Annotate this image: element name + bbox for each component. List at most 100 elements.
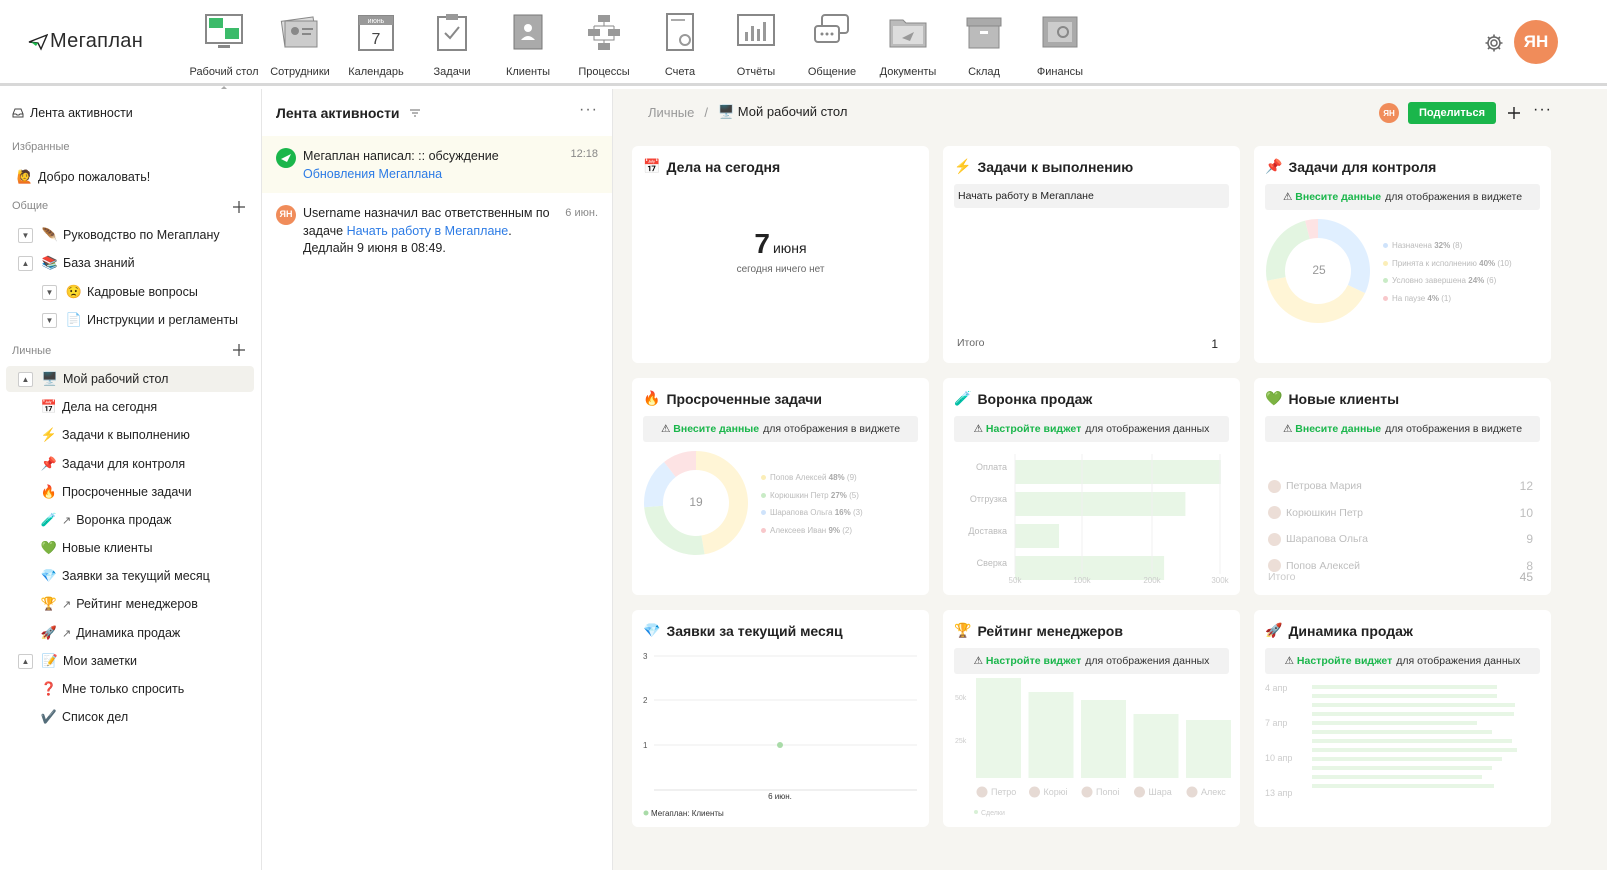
legend-percent: 27% xyxy=(830,490,847,500)
feed-item[interactable]: 12:18 Мегаплан написал: :: обсуждение Об… xyxy=(262,136,612,193)
widget-requests[interactable]: 💎 Заявки за текущий месяц 3 2 1 6 июн. Мегапл… xyxy=(632,610,929,827)
widget-clients[interactable]: 💚 Новые клиенты ⚠ Внесите данные для отобр… xyxy=(1254,378,1551,595)
legend-dot xyxy=(1383,260,1388,266)
chevron-down-icon[interactable]: ▼ xyxy=(42,312,57,328)
nav-item-chat[interactable]: Общение xyxy=(794,10,870,78)
nav-label: Календарь xyxy=(348,66,404,78)
nav-label: Процессы xyxy=(578,66,630,78)
sidebar-item[interactable]: ❓ Мне только спросить xyxy=(40,676,184,702)
widget-control[interactable]: 📌 Задачи для контроля ⚠ Внесите данные для… xyxy=(1254,146,1551,363)
notice-text: для отображения в виджете xyxy=(1385,191,1523,203)
sidebar-item[interactable]: 💚 Новые клиенты xyxy=(40,535,153,561)
warehouse-icon xyxy=(962,10,1006,54)
sidebar-item[interactable]: ✔️ Список дел xyxy=(40,704,128,730)
y-tick-label: 50k xyxy=(955,695,967,702)
widget-rating[interactable]: 🏆 Рейтинг менеджеров ⚠ Настройте виджет дл… xyxy=(943,610,1240,827)
chevron-down-icon[interactable]: ▼ xyxy=(42,284,57,300)
funnel-tick-label: 50k xyxy=(1009,576,1023,584)
chevron-up-icon[interactable]: ▲ xyxy=(18,255,33,271)
widget-title: 🧪 Воронка продаж xyxy=(954,390,1092,407)
widget-today[interactable]: 📅 Дела на сегодня 7 июня сегодня ничего не… xyxy=(632,146,929,363)
feed-item[interactable]: ЯН 6 июн. Username назначил вас ответств… xyxy=(262,205,612,258)
funnel-tick-label: 100k xyxy=(1073,576,1091,584)
sidebar-item[interactable]: ▲ 📝 Мои заметки xyxy=(18,648,137,674)
settings-gear-icon[interactable] xyxy=(1484,33,1504,53)
dynamics-bar xyxy=(1312,784,1494,788)
widget-todo[interactable]: ⚡ Задачи к выполнению Начать работу в Мег… xyxy=(943,146,1240,363)
sidebar-item[interactable]: ⚡ Задачи к выполнению xyxy=(40,422,190,448)
widget-dynamics[interactable]: 🚀 Динамика продаж ⚠ Настройте виджет для о… xyxy=(1254,610,1551,827)
widget-overdue[interactable]: 🔥 Просроченные задачи ⚠ Внесите данные для… xyxy=(632,378,929,595)
notice-link[interactable]: Внесите данные xyxy=(1295,191,1381,203)
notice-link[interactable]: Настройте виджет xyxy=(1297,655,1392,667)
legend-dot xyxy=(1383,295,1388,301)
sidebar-item[interactable]: 🧪 ↗ Воронка продаж xyxy=(40,507,172,533)
chevron-up-icon[interactable]: ▲ xyxy=(18,371,33,387)
sidebar-item[interactable]: 🏆 ↗ Рейтинг менеджеров xyxy=(40,591,198,617)
nav-item-clients[interactable]: Клиенты xyxy=(490,10,566,78)
sidebar-item[interactable]: ▲ 📚 База знаний xyxy=(18,250,135,276)
add-personal-plus-icon[interactable] xyxy=(233,344,245,356)
sidebar-item[interactable]: 📅 Дела на сегодня xyxy=(40,394,157,420)
notice-link[interactable]: Внесите данные xyxy=(1295,423,1381,435)
chevron-down-icon[interactable]: ▼ xyxy=(18,227,33,243)
legend-dot xyxy=(761,475,766,481)
y-tick-label: 2 xyxy=(643,696,648,705)
calendar-emoji-icon: 📅 xyxy=(40,399,58,414)
logo[interactable]: Мегаплан xyxy=(28,30,143,53)
sidebar-item[interactable]: ▲ 🖥️ Мой рабочий стол xyxy=(6,366,254,392)
nav-item-warehouse[interactable]: Склад xyxy=(946,10,1022,78)
chevron-up-icon[interactable]: ▲ xyxy=(18,653,33,669)
nav-item-reports[interactable]: Отчёты xyxy=(718,10,794,78)
dashboard-more-icon[interactable]: ··· xyxy=(1533,101,1552,119)
sidebar-item[interactable]: ▼ 😟 Кадровые вопросы xyxy=(42,279,198,305)
sidebar-item-label: Задачи для контроля xyxy=(62,457,186,471)
widget-funnel[interactable]: 🧪 Воронка продаж ⚠ Настройте виджет для от… xyxy=(943,378,1240,595)
sidebar-item[interactable]: 💎 Заявки за текущий месяц xyxy=(40,563,210,589)
rating-bar xyxy=(1186,720,1231,778)
feather-emoji-icon: 🪶 xyxy=(41,227,59,242)
notice-link[interactable]: Настройте виджет xyxy=(986,655,1081,667)
sidebar-item-welcome[interactable]: 🙋 Добро пожаловать! xyxy=(16,164,150,190)
nav-item-documents[interactable]: Документы xyxy=(870,10,946,78)
notice-link[interactable]: Настройте виджет xyxy=(986,423,1081,435)
client-row: Петрова Мария 12 xyxy=(1268,479,1533,493)
breadcrumb-root[interactable]: Личные xyxy=(648,105,694,120)
filter-icon[interactable] xyxy=(409,108,421,118)
rating-bar-chart: 50k 25k Петро Корюі Попоі Шара Алекс Сделки xyxy=(955,678,1231,817)
sidebar-item[interactable]: 🔥 Просроченные задачи xyxy=(40,479,192,505)
feed-item-link[interactable]: Начать работу в Мегаплане xyxy=(347,224,509,238)
sidebar-item[interactable]: ▼ 📄 Инструкции и регламенты xyxy=(42,307,238,333)
feed-more-icon[interactable]: ··· xyxy=(579,101,598,119)
add-common-plus-icon[interactable] xyxy=(233,201,245,213)
sidebar-item[interactable]: 📌 Задачи для контроля xyxy=(40,451,185,477)
nav-item-invoices[interactable]: Счета xyxy=(642,10,718,78)
nav-label: Сотрудники xyxy=(270,66,330,78)
nav-item-desktop[interactable]: Рабочий стол xyxy=(186,10,262,90)
user-avatar[interactable]: ЯН xyxy=(1514,20,1558,64)
dynamics-bar xyxy=(1312,766,1492,770)
nav-item-tasks[interactable]: Задачи xyxy=(414,10,490,78)
sidebar-activity-link[interactable]: Лента активности xyxy=(12,100,133,126)
nav-item-employees[interactable]: Сотрудники xyxy=(262,10,338,78)
data-point[interactable] xyxy=(777,742,783,748)
sidebar-item[interactable]: 🚀 ↗ Динамика продаж xyxy=(40,620,180,646)
sidebar-item-label: Инструкции и регламенты xyxy=(87,313,239,327)
nav-item-processes[interactable]: Процессы xyxy=(566,10,642,78)
manager-avatar xyxy=(1081,786,1093,798)
todo-task-item[interactable]: Начать работу в Мегаплане xyxy=(954,184,1229,208)
feed-item-link[interactable]: Обновления Мегаплана xyxy=(303,166,598,184)
nav-item-calendar[interactable]: июнь 7 Календарь xyxy=(338,10,414,78)
add-widget-plus-icon[interactable] xyxy=(1508,107,1520,119)
widget-title-text: Рейтинг менеджеров xyxy=(977,622,1123,639)
share-button[interactable]: Поделиться xyxy=(1408,102,1496,124)
donut-slice xyxy=(644,505,705,555)
sidebar-item[interactable]: ▼ 🪶 Руководство по Мегаплану xyxy=(18,222,220,248)
sidebar-item-label: Кадровые вопросы xyxy=(87,285,198,299)
notice-link[interactable]: Внесите данные xyxy=(673,423,759,435)
widget-notice: ⚠ Внесите данные для отображения в виджет… xyxy=(1265,184,1540,210)
notice-text: для отображения данных xyxy=(1396,655,1521,667)
shared-user-avatar[interactable]: ЯН xyxy=(1379,103,1399,123)
nav-item-finance[interactable]: Финансы xyxy=(1022,10,1098,78)
dashboard: Личные / 🖥️ Мой рабочий стол ЯН Поделить… xyxy=(613,89,1607,870)
